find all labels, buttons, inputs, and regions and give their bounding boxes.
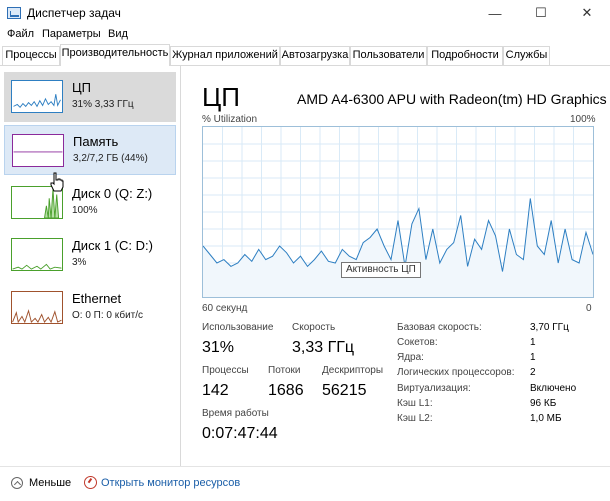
sidebar-item-value: 100% [72, 205, 98, 216]
spec-label: Сокетов: [397, 337, 438, 348]
menu-view[interactable]: Вид [108, 28, 128, 40]
tab-services[interactable]: Службы [503, 46, 550, 65]
hand-cursor-icon [50, 172, 64, 192]
fewer-details-button[interactable]: Меньше [29, 477, 71, 489]
graph-time-span-label: 60 секунд [202, 303, 248, 314]
usage-label: Использование [202, 322, 274, 333]
menu-file[interactable]: Файл [7, 28, 34, 40]
spec-value: 3,70 ГГц [530, 322, 569, 333]
sidebar-item-memory[interactable]: Память 3,2/7,2 ГБ (44%) [4, 125, 176, 175]
cpu-model-name: AMD A4-6300 APU with Radeon(tm) HD Graph… [297, 91, 607, 107]
spec-value: Включено [530, 383, 577, 394]
utilization-max-label: 100% [570, 114, 596, 125]
handles-value: 56215 [322, 382, 367, 399]
usage-value: 31% [202, 339, 235, 356]
menu-options[interactable]: Параметры [42, 28, 101, 40]
resource-sidebar: ЦП 31% 3,33 ГГц Память 3,2/7,2 ГБ (44%) … [0, 66, 181, 466]
sidebar-item-label: Память [73, 134, 119, 149]
processes-label: Процессы [202, 365, 249, 376]
tab-startup[interactable]: Автозагрузка [280, 46, 350, 65]
spec-value: 96 КБ [530, 398, 557, 409]
tab-processes[interactable]: Процессы [2, 46, 60, 65]
uptime-label: Время работы [202, 408, 269, 419]
spec-value: 1 [530, 352, 536, 363]
sidebar-item-ethernet[interactable]: Ethernet О: 0 П: 0 кбит/с [4, 283, 176, 333]
speed-value: 3,33 ГГц [292, 339, 355, 356]
tab-strip: Процессы Производительность Журнал прило… [0, 44, 610, 66]
spec-value: 1 [530, 337, 536, 348]
spec-label: Базовая скорость: [397, 322, 482, 333]
tab-app-history[interactable]: Журнал приложений [170, 46, 280, 65]
utilization-axis-label: % Utilization [202, 114, 258, 125]
sidebar-item-label: Ethernet [72, 291, 122, 306]
threads-label: Потоки [268, 365, 301, 376]
tab-performance[interactable]: Производительность [60, 44, 170, 66]
open-resource-monitor-link[interactable]: Открыть монитор ресурсов [101, 477, 240, 489]
resource-monitor-icon[interactable] [84, 476, 97, 489]
spec-label: Логических процессоров: [397, 367, 515, 378]
spec-label: Ядра: [397, 352, 424, 363]
sidebar-item-cpu[interactable]: ЦП 31% 3,33 ГГц [4, 72, 176, 122]
cpu-activity-tooltip: Активность ЦП [341, 262, 421, 278]
processes-value: 142 [202, 382, 229, 399]
uptime-value: 0:07:47:44 [202, 425, 278, 442]
threads-value: 1686 [268, 382, 304, 399]
minimize-button[interactable]: — [472, 0, 518, 26]
menu-bar: Файл Параметры Вид [0, 26, 610, 44]
spec-label: Кэш L2: [397, 413, 433, 424]
spec-value: 1,0 МБ [530, 413, 562, 424]
ethernet-thumbnail-graph [11, 291, 63, 324]
page-title: ЦП [202, 82, 240, 112]
title-bar: Диспетчер задач — ☐ ✕ [0, 0, 610, 26]
sidebar-item-label: Диск 0 (Q: Z:) [72, 186, 153, 201]
maximize-button[interactable]: ☐ [518, 0, 564, 26]
spec-label: Виртуализация: [397, 383, 471, 394]
speed-label: Скорость [292, 322, 336, 333]
task-manager-icon [7, 7, 21, 19]
disk1-thumbnail-graph [11, 238, 63, 271]
footer-bar: Меньше Открыть монитор ресурсов [0, 466, 610, 501]
close-button[interactable]: ✕ [564, 0, 610, 26]
sidebar-item-disk-1[interactable]: Диск 1 (C: D:) 3% [4, 230, 176, 280]
sidebar-item-value: О: 0 П: 0 кбит/с [72, 310, 144, 321]
chevron-up-icon[interactable] [11, 477, 23, 489]
sidebar-item-value: 3% [72, 257, 87, 268]
sidebar-item-label: ЦП [72, 80, 91, 95]
handles-label: Дескрипторы [322, 365, 384, 376]
cpu-thumbnail-graph [11, 80, 63, 113]
tab-users[interactable]: Пользователи [350, 46, 427, 65]
sidebar-item-value: 31% 3,33 ГГц [72, 99, 134, 110]
graph-zero-label: 0 [586, 303, 592, 314]
sidebar-item-disk-0[interactable]: Диск 0 (Q: Z:) 100% [4, 178, 176, 228]
memory-thumbnail-graph [12, 134, 64, 167]
sidebar-item-value: 3,2/7,2 ГБ (44%) [73, 153, 148, 164]
window-title: Диспетчер задач [27, 6, 121, 20]
spec-label: Кэш L1: [397, 398, 433, 409]
sidebar-item-label: Диск 1 (C: D:) [72, 238, 153, 253]
tab-details[interactable]: Подробности [427, 46, 503, 65]
spec-value: 2 [530, 367, 536, 378]
